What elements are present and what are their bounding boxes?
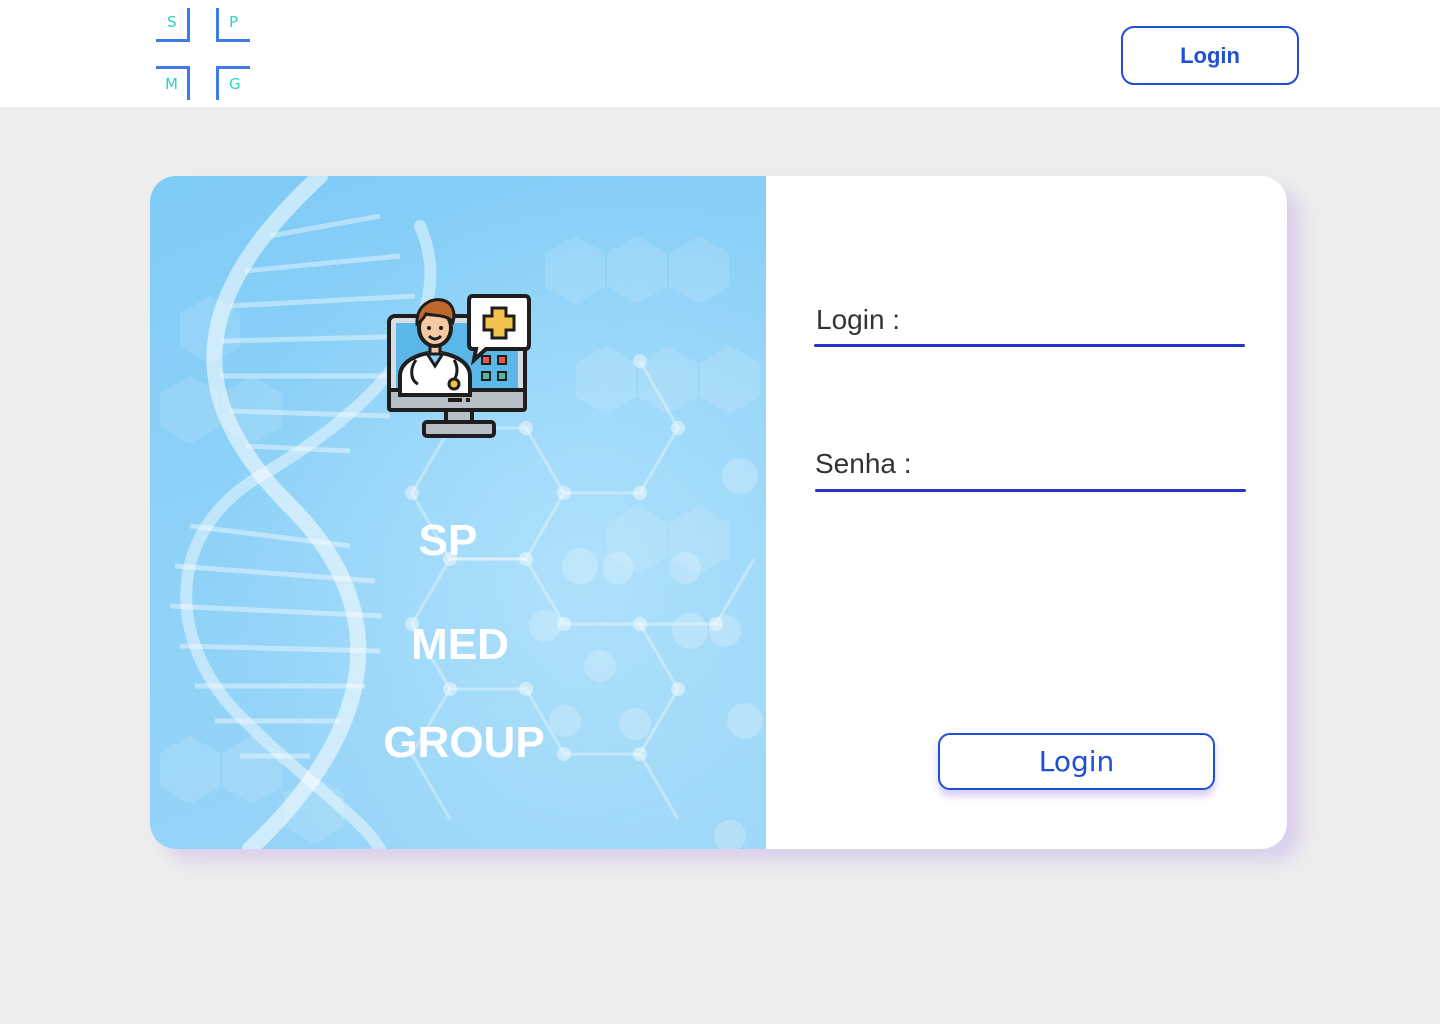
login-input[interactable] <box>910 304 1244 344</box>
logo-quadrant-g: G <box>216 66 250 100</box>
logo-letter-p: P <box>229 13 239 31</box>
doctor-telemedicine-icon <box>387 294 531 438</box>
senha-input[interactable] <box>910 448 1244 488</box>
logo-quadrant-m: M <box>156 66 190 100</box>
spmg-logo[interactable]: S P M G <box>156 8 252 102</box>
logo-letter-s: S <box>167 13 177 31</box>
submit-login-button[interactable]: Login <box>938 733 1215 790</box>
brand-line-group: GROUP <box>383 718 545 767</box>
senha-field-label: Senha : <box>815 448 912 479</box>
logo-letter-m: M <box>165 75 178 93</box>
hero-panel: SP MED GROUP <box>150 176 766 849</box>
login-card: SP MED GROUP Login : Senha : Login <box>150 176 1287 849</box>
brand-line-med: MED <box>411 620 509 669</box>
login-field-label: Login : <box>816 304 901 335</box>
header-login-button[interactable]: Login <box>1121 26 1299 85</box>
login-input-underline <box>814 344 1245 347</box>
logo-quadrant-p: P <box>216 8 250 42</box>
senha-input-underline <box>815 489 1246 492</box>
logo-quadrant-s: S <box>156 8 190 42</box>
top-header: S P M G Login <box>0 0 1440 107</box>
brand-line-sp: SP <box>418 516 478 565</box>
logo-letter-g: G <box>229 75 241 93</box>
